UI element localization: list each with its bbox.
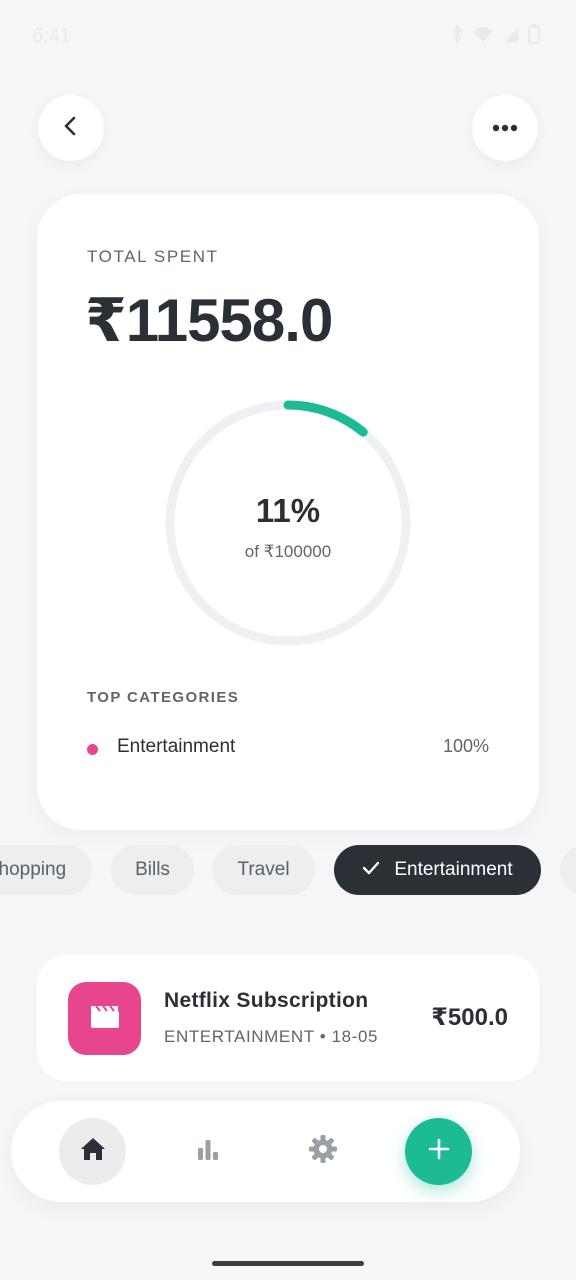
transaction-title: Netflix Subscription bbox=[164, 989, 369, 1012]
chevron-left-icon bbox=[59, 114, 83, 143]
chip-travel[interactable]: Travel bbox=[212, 845, 315, 895]
total-spent-amount: ₹11558.0 bbox=[85, 287, 333, 354]
transaction-subtitle: ENTERTAINMENT • 18-05 bbox=[164, 1027, 379, 1046]
chip-shopping[interactable]: Shopping bbox=[0, 845, 92, 895]
more-options-button[interactable] bbox=[472, 95, 538, 161]
status-time: 6:41 bbox=[32, 25, 71, 47]
add-transaction-button[interactable] bbox=[405, 1118, 472, 1185]
back-button[interactable] bbox=[38, 95, 104, 161]
spending-summary-card: TOTAL SPENT ₹11558.0 11% of ₹100000 TOP … bbox=[37, 194, 539, 830]
budget-total: of ₹100000 bbox=[244, 542, 332, 561]
wifi-icon bbox=[472, 25, 494, 48]
bluetooth-icon bbox=[450, 23, 464, 49]
budget-percent: 11% bbox=[255, 492, 321, 529]
transaction-category-icon bbox=[68, 982, 141, 1055]
transaction-item[interactable]: Netflix Subscription ENTERTAINMENT • 18-… bbox=[37, 955, 539, 1081]
nav-settings-button[interactable] bbox=[289, 1118, 356, 1185]
nav-statistics-button[interactable] bbox=[174, 1118, 241, 1185]
chip-label: Bills bbox=[135, 859, 170, 880]
chip-entertainment[interactable]: Entertainment bbox=[334, 845, 541, 895]
bar-chart-icon bbox=[196, 1138, 220, 1165]
status-icons bbox=[450, 23, 540, 49]
clapperboard-icon bbox=[90, 1003, 120, 1034]
budget-progress-ring: 11% of ₹100000 bbox=[165, 400, 411, 646]
home-indicator[interactable] bbox=[212, 1261, 364, 1266]
home-icon bbox=[80, 1137, 106, 1166]
nav-home-button[interactable] bbox=[59, 1118, 126, 1185]
top-categories-label: TOP CATEGORIES bbox=[87, 689, 240, 706]
more-horizontal-icon bbox=[492, 119, 518, 137]
chip-bills[interactable]: Bills bbox=[111, 845, 194, 895]
chip-label: Shopping bbox=[0, 859, 67, 880]
battery-icon bbox=[528, 24, 540, 49]
category-filter-chips: Shopping Bills Travel Entertainment bbox=[0, 845, 576, 895]
category-name: Entertainment bbox=[117, 736, 236, 757]
signal-icon bbox=[502, 25, 520, 48]
status-bar: 6:41 bbox=[0, 0, 576, 72]
total-spent-label: TOTAL SPENT bbox=[87, 247, 219, 266]
bottom-navigation bbox=[11, 1101, 520, 1202]
chip-label: Entertainment bbox=[394, 859, 513, 880]
category-color-dot bbox=[87, 744, 98, 755]
gear-icon bbox=[308, 1134, 338, 1169]
plus-icon bbox=[428, 1138, 450, 1165]
transaction-amount: ₹500.0 bbox=[431, 1004, 508, 1031]
chip-label: Travel bbox=[237, 859, 290, 880]
category-row: Entertainment 100% bbox=[87, 736, 489, 762]
category-percent: 100% bbox=[442, 736, 489, 756]
check-icon bbox=[362, 859, 380, 881]
chip-overflow[interactable] bbox=[560, 845, 576, 895]
